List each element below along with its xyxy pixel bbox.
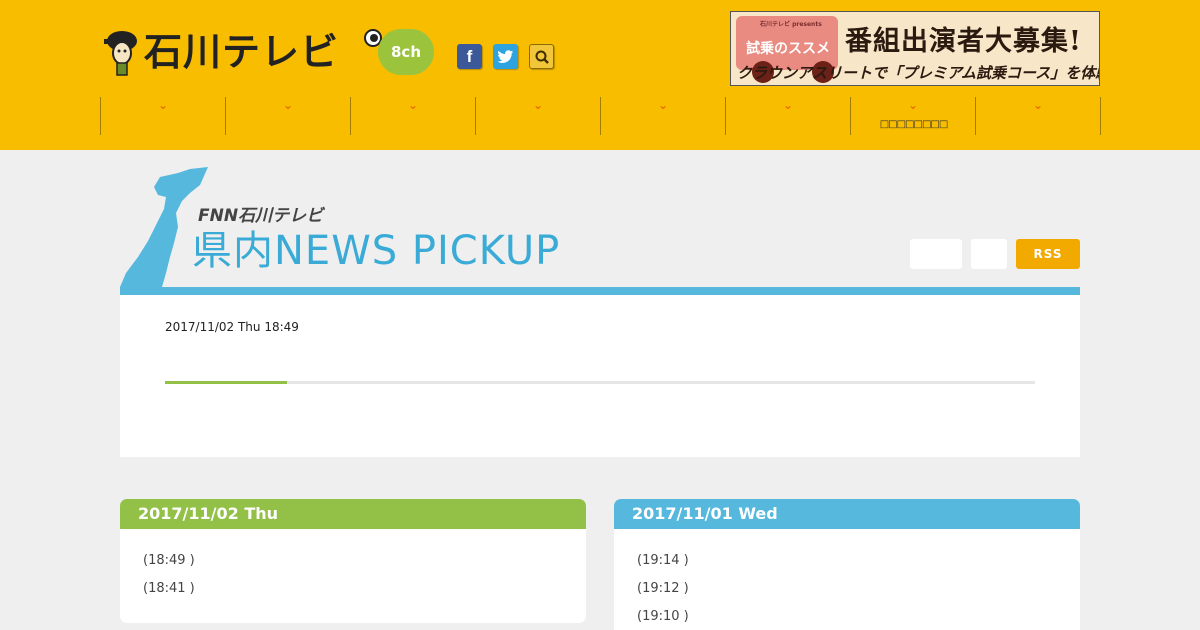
chevron-down-icon: ⌄ [408, 98, 419, 112]
nav-item-7[interactable]: ⌄ □□□□□□□□ [851, 97, 976, 135]
chevron-down-icon: ⌄ [658, 98, 669, 112]
mascot-icon [104, 31, 137, 76]
banner-presents: 石川テレビ presents [760, 21, 822, 28]
banner-title: 番組出演者大募集! [845, 26, 1082, 57]
list-item[interactable]: (18:49 ) [143, 547, 586, 575]
site-logo[interactable]: 石川テレビ 8ch [100, 27, 436, 77]
channel-badge: 8ch [378, 29, 434, 75]
header-button-2[interactable] [971, 239, 1007, 269]
chevron-down-icon: ⌄ [783, 98, 794, 112]
chevron-down-icon: ⌄ [158, 98, 169, 112]
carousel-progress-fill [165, 381, 287, 384]
carousel-progress-track[interactable] [165, 381, 1035, 384]
facebook-icon[interactable]: f [457, 44, 482, 69]
nav-item-3[interactable]: ⌄ [351, 97, 476, 135]
chevron-down-icon: ⌄ [533, 98, 544, 112]
global-nav: ⌄ ⌄ ⌄ ⌄ ⌄ ⌄ ⌄ □□□□□□□□ ⌄ [100, 97, 1101, 135]
pickup-carousel: 2017/11/02 Thu 18:49 [120, 287, 1080, 457]
list-item[interactable]: (19:12 ) [637, 575, 1080, 603]
chevron-down-icon: ⌄ [283, 98, 294, 112]
pickup-title: 県内NEWS PICKUP [192, 228, 561, 274]
twitter-icon[interactable] [493, 44, 518, 69]
pickup-date: 2017/11/02 Thu 18:49 [165, 320, 299, 334]
nav-item-8[interactable]: ⌄ [976, 97, 1101, 135]
day-column: 2017/11/01 Wed (19:14 ) (19:12 ) (19:10 … [614, 499, 1080, 630]
chevron-down-icon: ⌄ [908, 98, 919, 112]
day-header: 2017/11/01 Wed [614, 499, 1080, 529]
site-header: 石川テレビ 8ch f 石川テレビ presents 試乗のススメ 番組出演者大… [0, 0, 1200, 150]
day-column: 2017/11/02 Thu (18:49 ) (18:41 ) [120, 499, 586, 623]
list-item[interactable]: (19:14 ) [637, 547, 1080, 575]
news-pickup-section: FNN石川テレビ 県内NEWS PICKUP RSS 2017/11/02 Th… [120, 165, 1080, 457]
banner-tagline: クラウンアスリートで「プレミアム試乗コース」を体験! [737, 64, 1100, 82]
nav-item-6[interactable]: ⌄ [726, 97, 851, 135]
nav-item-1[interactable]: ⌄ [101, 97, 226, 135]
rss-button[interactable]: RSS [1016, 239, 1080, 269]
nav-item-label: □□□□□□□□ [879, 119, 949, 130]
day-header: 2017/11/02 Thu [120, 499, 586, 529]
nav-item-5[interactable]: ⌄ [601, 97, 726, 135]
banner-subtitle: 試乗のススメ [746, 41, 830, 57]
list-item[interactable]: (19:10 ) [637, 603, 1080, 630]
nav-item-4[interactable]: ⌄ [476, 97, 601, 135]
list-item[interactable]: (18:41 ) [143, 575, 586, 603]
chevron-down-icon: ⌄ [1033, 98, 1044, 112]
news-list: (18:49 ) (18:41 ) [120, 529, 586, 603]
logo-wordmark: 石川テレビ [144, 30, 340, 74]
ad-banner[interactable]: 石川テレビ presents 試乗のススメ 番組出演者大募集! クラウンアスリー… [730, 11, 1100, 86]
search-icon[interactable] [529, 44, 554, 69]
news-list: (19:14 ) (19:12 ) (19:10 ) [614, 529, 1080, 630]
header-button-1[interactable] [910, 239, 962, 269]
nav-item-2[interactable]: ⌄ [226, 97, 351, 135]
